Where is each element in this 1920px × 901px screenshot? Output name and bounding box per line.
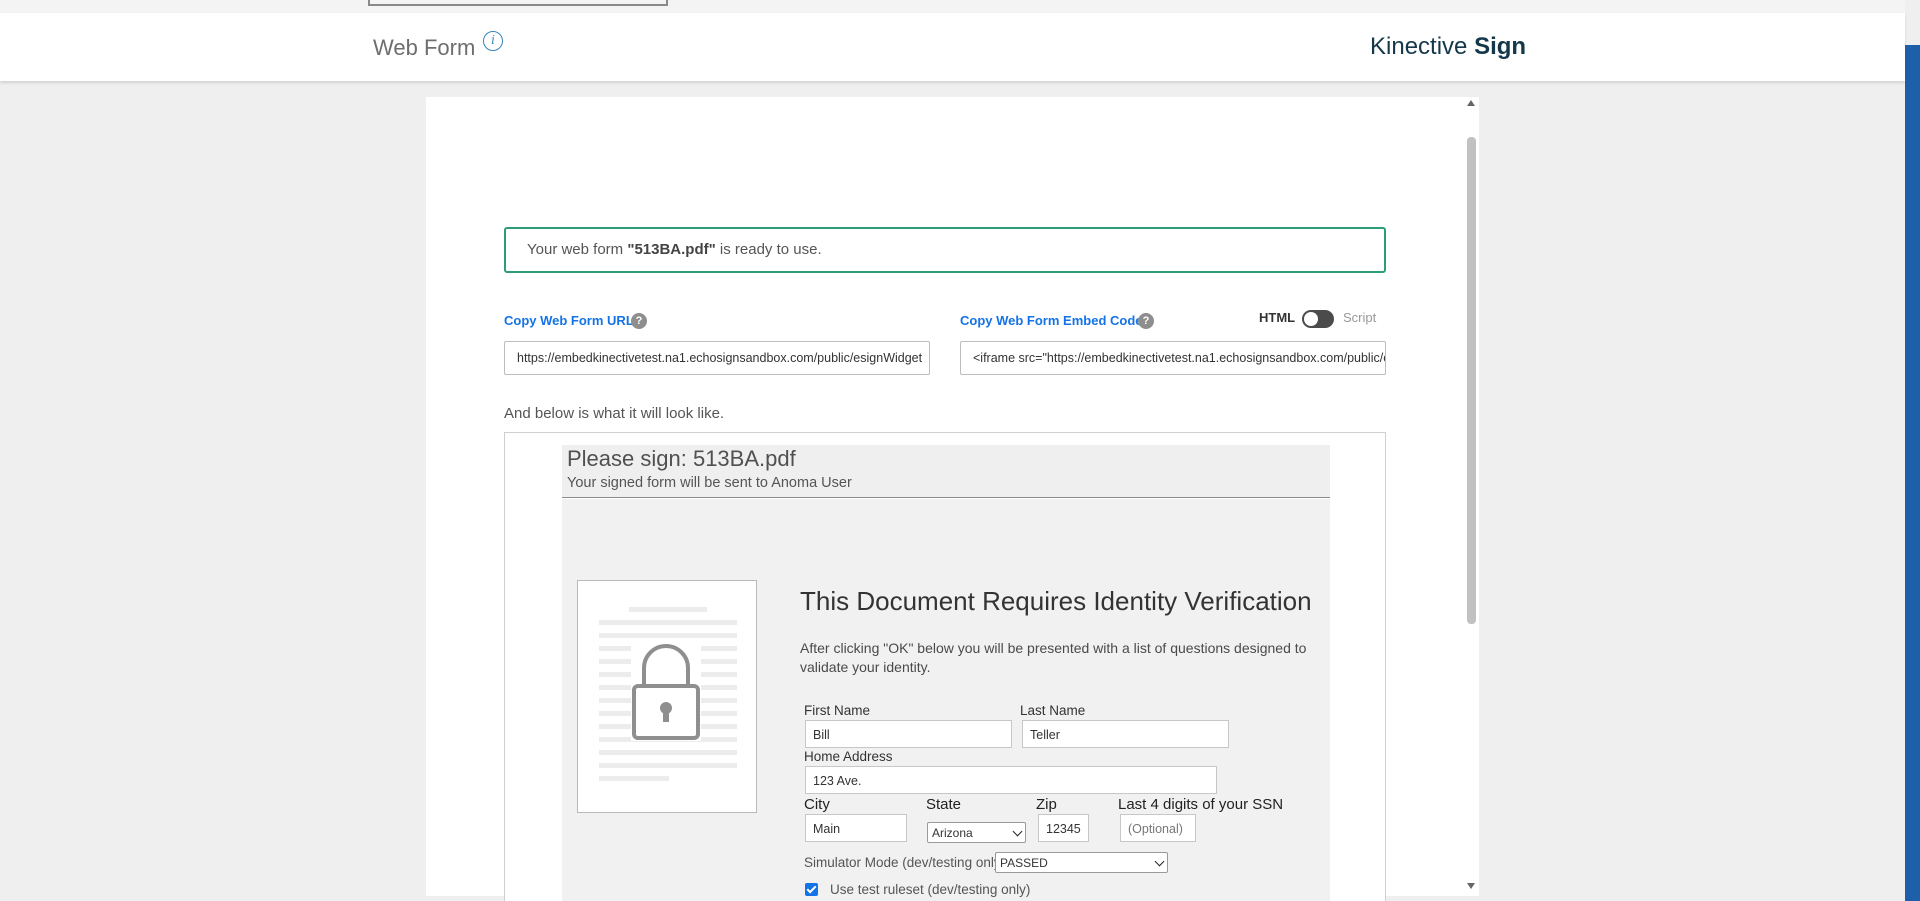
html-script-toggle[interactable] — [1302, 310, 1334, 328]
simulator-select-value: PASSED — [1000, 856, 1048, 870]
copy-embed-label[interactable]: Copy Web Form Embed Code — [960, 313, 1143, 328]
doc-line — [599, 750, 737, 755]
test-ruleset-label: Use test ruleset (dev/testing only) — [830, 882, 1031, 897]
copy-url-label[interactable]: Copy Web Form URL — [504, 313, 634, 328]
toggle-html-label: HTML — [1259, 310, 1296, 325]
question-icon[interactable]: ? — [631, 313, 647, 329]
scroll-down-icon[interactable] — [1467, 883, 1475, 889]
scroll-up-icon[interactable] — [1467, 100, 1475, 106]
page-title: Web Form — [373, 35, 476, 60]
verification-description: After clicking "OK" below you will be pr… — [800, 640, 1307, 675]
toggle-knob — [1304, 312, 1318, 326]
info-icon[interactable]: i — [483, 31, 503, 51]
doc-line — [599, 633, 737, 638]
ssn-field[interactable]: (Optional) — [1120, 814, 1196, 842]
first-name-field[interactable]: Bill — [805, 720, 1012, 748]
scrollbar-thumb[interactable] — [1467, 137, 1476, 624]
chevron-down-icon — [1012, 826, 1023, 837]
chevron-down-icon — [1154, 856, 1165, 867]
state-select-value: Arizona — [932, 826, 973, 840]
ssn-label: Last 4 digits of your SSN — [1118, 796, 1284, 813]
ready-banner: Your web form "513BA.pdf" is ready to us… — [504, 227, 1386, 273]
home-address-label: Home Address — [804, 749, 893, 764]
doc-line — [599, 763, 737, 768]
lock-icon — [631, 643, 701, 741]
brand-logo: Kinective Sign — [1370, 33, 1526, 61]
state-label: State — [926, 796, 962, 813]
sign-subtitle: Your signed form will be sent to Anoma U… — [567, 475, 852, 491]
city-field[interactable]: Main — [805, 814, 907, 842]
brand-regular: Kinective — [1370, 33, 1468, 60]
last-name-label: Last Name — [1020, 703, 1086, 718]
top-strip — [0, 0, 1905, 13]
home-address-field[interactable]: 123 Ave. — [805, 766, 1217, 794]
simulator-label: Simulator Mode (dev/testing only) — [804, 855, 1006, 870]
doc-line — [599, 620, 737, 625]
question-icon[interactable]: ? — [1138, 313, 1154, 329]
last-name-field[interactable]: Teller — [1022, 720, 1229, 748]
city-label: City — [804, 796, 830, 813]
sign-title: Please sign: 513BA.pdf — [567, 446, 796, 471]
banner-prefix: Your web form — [527, 241, 628, 258]
toggle-script-label: Script — [1343, 310, 1377, 325]
simulator-select[interactable]: PASSED — [995, 852, 1168, 873]
test-ruleset-checkbox[interactable] — [805, 883, 818, 896]
brand-bold: Sign — [1474, 33, 1527, 60]
preview-caption: And below is what it will look like. — [504, 405, 725, 422]
top-tab[interactable] — [368, 0, 668, 6]
state-select[interactable]: Arizona — [927, 822, 1026, 843]
doc-line — [629, 607, 707, 612]
zip-field[interactable]: 12345 — [1038, 814, 1089, 842]
first-name-label: First Name — [804, 703, 871, 718]
doc-line — [599, 776, 669, 781]
embed-code-field[interactable]: <iframe src="https://embedkinectivetest.… — [960, 341, 1386, 375]
banner-filename: "513BA.pdf" — [627, 241, 716, 258]
page-header: Web Form i Kinective Sign — [0, 13, 1905, 81]
banner-suffix: is ready to use. — [715, 241, 822, 258]
verification-heading: This Document Requires Identity Verifica… — [800, 586, 1312, 616]
zip-label: Zip — [1036, 796, 1057, 813]
document-thumbnail — [577, 580, 757, 813]
web-form-url-field[interactable]: https://embedkinectivetest.na1.echosigns… — [504, 341, 930, 375]
right-edge-bar — [1905, 45, 1920, 901]
